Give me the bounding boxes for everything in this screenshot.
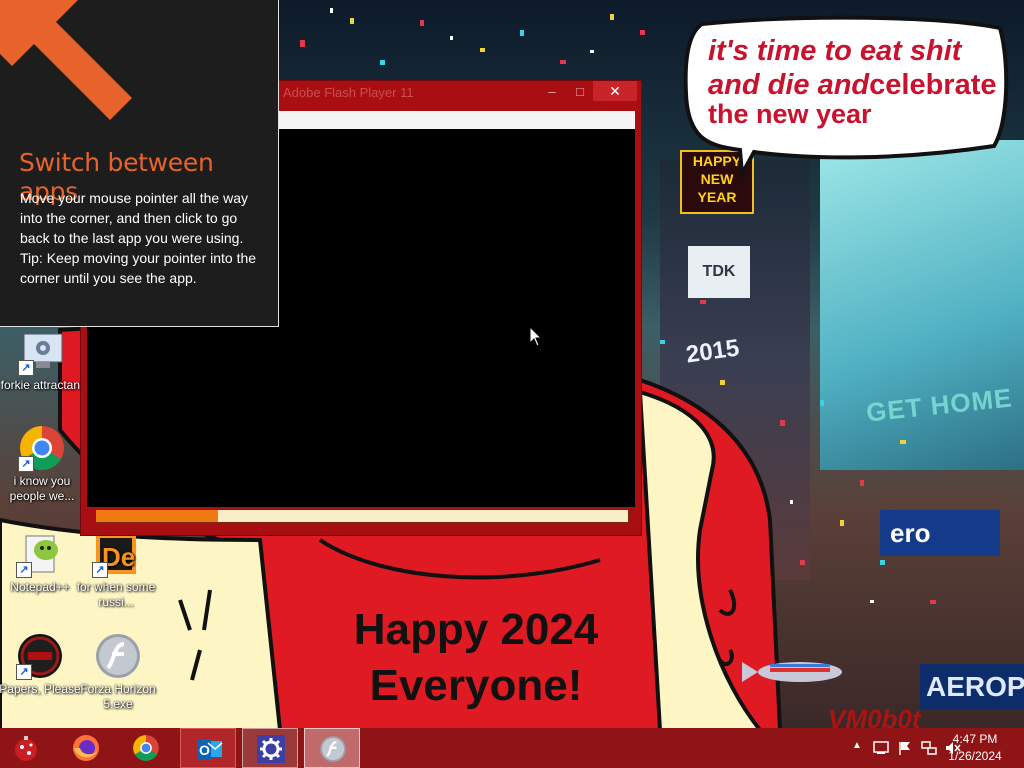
desktop-icon-russian[interactable]: De ↗ for when some russi...: [74, 530, 158, 610]
happy-2024-text: Happy 2024 Everyone!: [300, 602, 652, 714]
mouse-cursor-icon: [529, 326, 543, 347]
flash-player-icon: [320, 736, 346, 762]
firefox-icon: [73, 735, 99, 761]
desktop-icon-label: forkie attractant: [0, 378, 84, 392]
taskbar-settings[interactable]: [242, 728, 298, 768]
shortcut-arrow-icon: ↗: [16, 664, 32, 680]
close-button[interactable]: ✕: [593, 81, 637, 101]
notepadpp-icon: ↗: [16, 530, 64, 578]
desktop-icon-papers[interactable]: ↗ Papers, Please: [0, 632, 82, 697]
system-tray: ▲ 4:47 PM 1/26/2024: [824, 728, 1024, 768]
papers-please-icon: ↗: [16, 632, 64, 680]
bubble-line-1: it's time to eat shit: [708, 35, 962, 67]
svg-text:O: O: [199, 742, 210, 758]
chrome-icon: ↗: [18, 424, 66, 472]
desktop-icon-forkie[interactable]: ↗ forkie attractant: [0, 328, 84, 393]
start-ornament-icon: [15, 736, 37, 761]
tip-body: Move your mouse pointer all the way into…: [20, 188, 264, 288]
progress-fill: [96, 510, 219, 522]
shortcut-arrow-icon: ↗: [18, 456, 34, 472]
settings-shortcut-icon: ↗: [18, 328, 66, 376]
window-title: Adobe Flash Player 11: [283, 85, 414, 100]
desktop-icon-label: for when some russi...: [76, 580, 156, 609]
bubble-line-2a: and die and: [708, 69, 870, 101]
loading-progress-bar: [95, 509, 629, 523]
minimize-button[interactable]: –: [537, 81, 567, 103]
desktop-icon-forza[interactable]: Forza Horizon 5.exe: [76, 632, 160, 712]
desktop-icon-label: i know you people we...: [9, 474, 75, 503]
desktop-icon-label: Papers, Please: [0, 682, 81, 696]
speech-bubble-text: it's time to eat shit and die andcelebra…: [708, 34, 1008, 129]
shortcut-arrow-icon: ↗: [92, 562, 108, 578]
start-button[interactable]: [0, 728, 52, 768]
shortcut-arrow-icon: ↗: [18, 360, 34, 376]
maximize-button[interactable]: □: [565, 81, 595, 103]
tip-body-line-2: Tip: Keep moving your pointer into the c…: [20, 250, 257, 286]
show-hidden-icons-button[interactable]: ▲: [848, 740, 866, 751]
flash-player-icon: [94, 632, 142, 680]
outlook-icon: O: [197, 739, 223, 759]
corner-arrow-icon: [0, 0, 132, 120]
taskbar-clock[interactable]: 4:47 PM 1/26/2024: [940, 731, 1010, 765]
taskbar-outlook[interactable]: O: [180, 728, 236, 768]
happy-line-1: Happy 2024: [353, 605, 599, 654]
clock-time: 4:47 PM: [952, 732, 998, 746]
happy-line-2: Everyone!: [369, 661, 583, 710]
taskbar-firefox[interactable]: [58, 728, 114, 768]
desktop-icon-chrome[interactable]: ↗ i know you people we...: [0, 424, 84, 504]
desktop-icon-notepadpp[interactable]: ↗ Notepad++: [0, 530, 82, 595]
network-icon[interactable]: [920, 741, 938, 755]
clock-date: 1/26/2024: [948, 749, 1002, 763]
taskbar-chrome[interactable]: [118, 728, 174, 768]
tip-body-line-1: Move your mouse pointer all the way into…: [20, 190, 248, 246]
flag-icon[interactable]: [896, 741, 914, 755]
desktop-icon-label: Forza Horizon 5.exe: [80, 682, 156, 711]
settings-gear-icon: [257, 735, 285, 763]
bubble-line-2b: celebrate: [869, 69, 997, 101]
shortcut-arrow-icon: ↗: [16, 562, 32, 578]
action-center-icon[interactable]: [872, 741, 890, 755]
bubble-line-3: the new year: [708, 99, 872, 129]
taskbar-flash-player[interactable]: [304, 728, 360, 768]
chrome-icon: [133, 735, 159, 761]
desktop-icon-label: Notepad++: [10, 580, 70, 594]
taskbar: O ▲ 4:47 PM 1/26/2024: [0, 728, 1024, 768]
switch-apps-tip: Switch between apps Move your mouse poin…: [0, 0, 279, 327]
de-icon: De ↗: [92, 530, 140, 578]
watermark-text: VM0b0t: [828, 704, 921, 730]
